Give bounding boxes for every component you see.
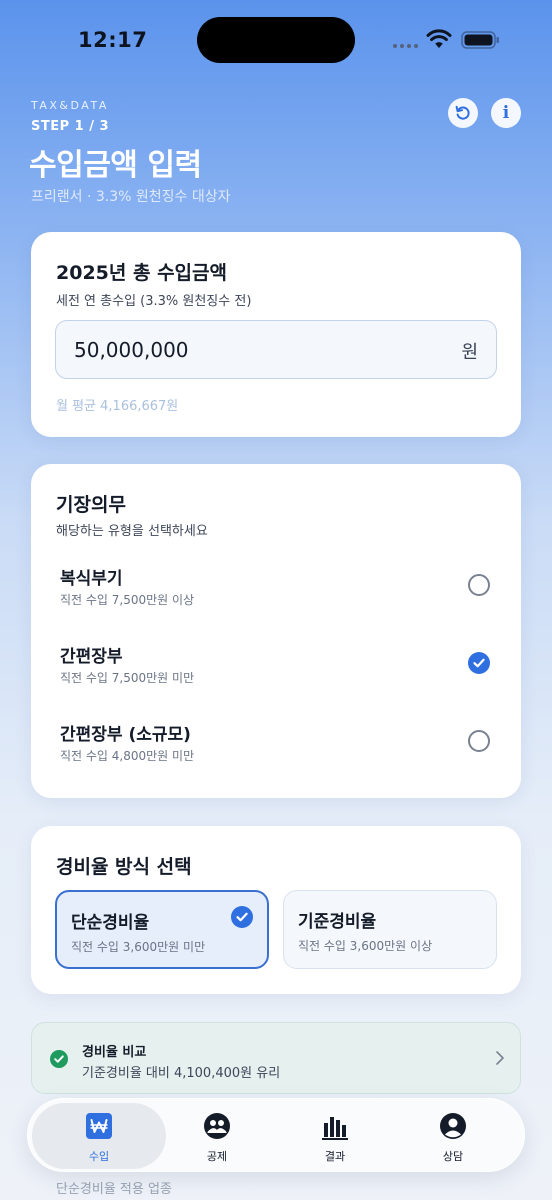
reset-button[interactable]	[448, 98, 478, 128]
bookkeeping-subtitle: 해당하는 유형을 선택하세요	[56, 524, 208, 539]
income-amount-input[interactable]: 50,000,000 원	[55, 320, 497, 379]
tab-label: 결과	[324, 1150, 346, 1163]
tab-bar: 수입 공제 결과 상담	[27, 1098, 525, 1172]
rate-option-desc: 직전 수입 3,600만원 이상	[298, 939, 433, 953]
income-card: 2025년 총 수입금액 세전 연 총수입 (3.3% 원천징수 전) 50,0…	[31, 232, 521, 437]
rate-option-simple[interactable]: 단순경비율 직전 수입 3,600만원 미만	[55, 890, 269, 969]
expense-rate-card: 경비율 방식 선택 단순경비율 직전 수입 3,600만원 미만 기준경비율 직…	[31, 826, 521, 994]
income-card-title: 2025년 총 수입금액	[56, 262, 227, 284]
status-time: 12:17	[78, 28, 148, 52]
comparison-title: 경비율 비교	[82, 1045, 147, 1060]
tab-label: 공제	[206, 1150, 228, 1163]
battery-icon	[461, 31, 499, 49]
wifi-icon	[426, 29, 452, 48]
won-icon	[86, 1113, 112, 1139]
bookkeeping-option-simple[interactable]: 간편장부 직전 수입 7,500만원 미만	[31, 642, 521, 712]
scroll-peek-text: 단순경비율 적용 업종	[56, 1182, 172, 1197]
option-desc: 직전 수입 7,500만원 미만	[60, 671, 195, 685]
rate-comparison-banner[interactable]: 경비율 비교 기준경비율 대비 4,100,400원 유리	[31, 1022, 521, 1094]
option-desc: 직전 수입 4,800만원 미만	[60, 749, 195, 763]
bar-chart-icon	[322, 1117, 348, 1140]
info-icon: i	[502, 102, 510, 123]
bookkeeping-option-small[interactable]: 간편장부 (소규모) 직전 수입 4,800만원 미만	[31, 720, 521, 790]
radio-checked-icon[interactable]	[468, 652, 490, 674]
brand-label: TAX&DATA	[31, 99, 109, 112]
bookkeeping-card: 기장의무 해당하는 유형을 선택하세요 복식부기 직전 수입 7,500만원 이…	[31, 464, 521, 798]
rate-option-standard[interactable]: 기준경비율 직전 수입 3,600만원 이상	[283, 890, 497, 969]
bookkeeping-title: 기장의무	[56, 494, 126, 516]
status-bar: 12:17	[0, 0, 552, 80]
radio-unchecked-icon[interactable]	[468, 730, 490, 752]
comparison-desc: 기준경비율 대비 4,100,400원 유리	[82, 1066, 281, 1081]
income-unit-label: 원	[461, 342, 478, 363]
monthly-average: 월 평균 4,166,667원	[56, 399, 179, 414]
income-card-subtitle: 세전 연 총수입 (3.3% 원천징수 전)	[56, 294, 252, 309]
rate-option-desc: 직전 수입 3,600만원 미만	[71, 940, 206, 954]
info-button[interactable]: i	[491, 98, 521, 128]
bookkeeping-option-double-entry[interactable]: 복식부기 직전 수입 7,500만원 이상	[31, 564, 521, 634]
option-name: 간편장부 (소규모)	[60, 725, 191, 745]
tab-consult[interactable]: 상담	[386, 1103, 520, 1169]
tab-income[interactable]: 수입	[32, 1103, 166, 1169]
rate-option-name: 단순경비율	[71, 913, 150, 933]
option-desc: 직전 수입 7,500만원 이상	[60, 593, 195, 607]
person-icon	[440, 1113, 466, 1139]
cellular-signal-icon	[393, 44, 418, 48]
expense-rate-title: 경비율 방식 선택	[56, 856, 192, 878]
check-circle-icon	[50, 1050, 68, 1068]
page-subtitle: 프리랜서 · 3.3% 원천징수 대상자	[31, 189, 231, 205]
chevron-right-icon	[496, 1051, 504, 1065]
reset-icon	[455, 105, 470, 120]
tab-label: 상담	[442, 1150, 464, 1163]
radio-unchecked-icon[interactable]	[468, 574, 490, 596]
dynamic-island	[197, 17, 355, 63]
rate-option-name: 기준경비율	[298, 912, 377, 932]
income-amount-value: 50,000,000	[74, 338, 189, 362]
option-name: 간편장부	[60, 647, 123, 667]
tab-label: 수입	[88, 1150, 110, 1163]
check-icon	[231, 906, 253, 928]
step-indicator: STEP 1 / 3	[31, 119, 110, 134]
tab-result[interactable]: 결과	[268, 1103, 402, 1169]
people-icon	[204, 1113, 230, 1139]
page-title: 수입금액 입력	[29, 148, 202, 183]
option-name: 복식부기	[60, 569, 123, 589]
tab-deduction[interactable]: 공제	[150, 1103, 284, 1169]
